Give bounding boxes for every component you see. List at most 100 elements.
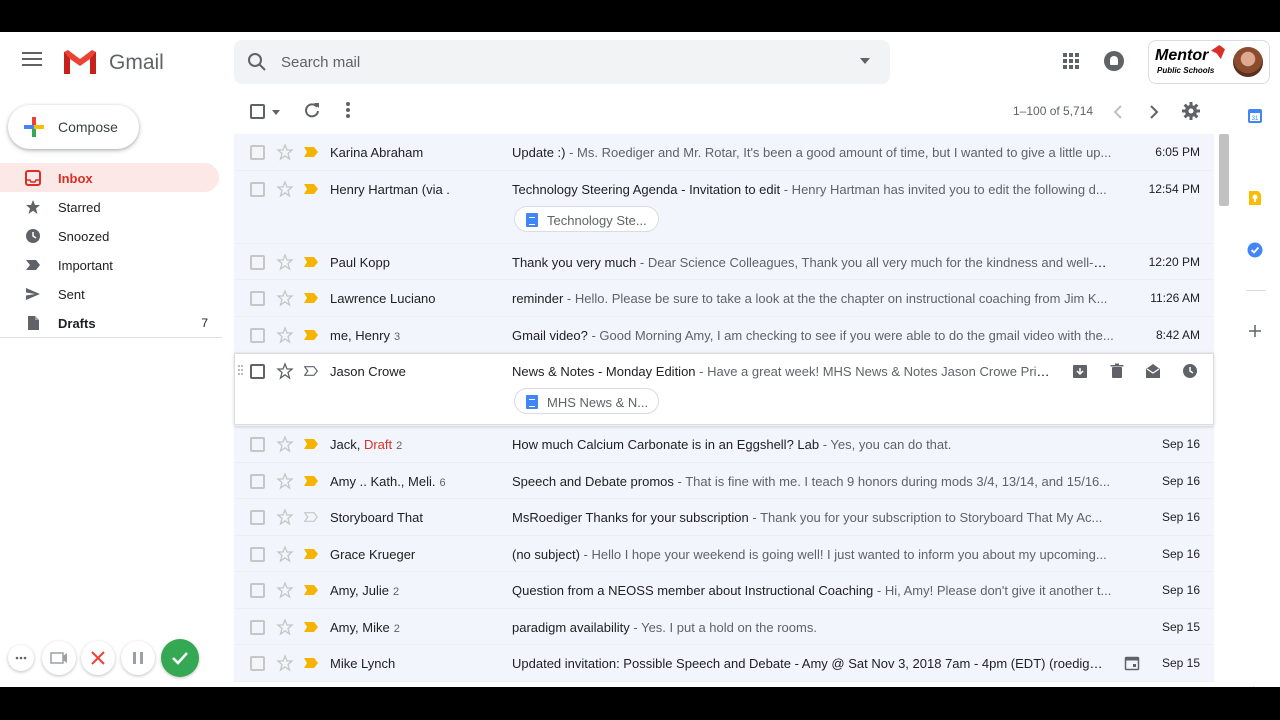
row-checkbox[interactable]: [250, 364, 265, 379]
star-icon[interactable]: [276, 581, 294, 599]
sidebar-item-starred[interactable]: Starred: [0, 192, 219, 221]
sidebar-item-label: Drafts: [58, 316, 96, 331]
search-input[interactable]: [281, 40, 841, 84]
video-off-icon[interactable]: [42, 641, 76, 675]
attachment-chip[interactable]: Technology Ste...: [514, 205, 659, 232]
search-icon[interactable]: [246, 51, 268, 73]
email-row[interactable]: Karina Abraham Update :) - Ms. Roediger …: [234, 134, 1214, 171]
important-marker-icon[interactable]: [304, 475, 318, 486]
gmail-logo-icon[interactable]: [62, 48, 98, 76]
row-checkbox[interactable]: [250, 181, 265, 197]
row-checkbox[interactable]: [250, 656, 265, 671]
archive-icon[interactable]: [1072, 363, 1088, 379]
calendar-icon[interactable]: [1124, 655, 1140, 671]
star-icon[interactable]: [276, 289, 294, 307]
row-checkbox[interactable]: [250, 473, 265, 489]
calendar-app-icon[interactable]: 31: [1247, 108, 1263, 124]
row-checkbox[interactable]: [250, 583, 265, 598]
avatar[interactable]: [1233, 47, 1263, 77]
drag-handle-icon[interactable]: [238, 365, 244, 377]
star-icon[interactable]: [276, 654, 294, 672]
refresh-icon[interactable]: [304, 102, 320, 118]
row-checkbox[interactable]: [250, 254, 265, 270]
email-row[interactable]: Jack, Draft 2 How much Calcium Carbonate …: [234, 426, 1214, 463]
email-row[interactable]: me, Henry 3 Gmail video? - Good Morning A…: [234, 316, 1214, 353]
email-subject: MsRoediger Thanks for your subscription: [512, 510, 749, 525]
star-icon[interactable]: [276, 362, 294, 380]
email-row[interactable]: Amy, Julie 2 Question from a NEOSS member…: [234, 572, 1214, 609]
row-checkbox[interactable]: [250, 437, 265, 452]
important-marker-icon[interactable]: [304, 329, 318, 340]
more-options-icon[interactable]: [8, 645, 34, 671]
email-subject: (no subject): [512, 546, 580, 562]
confirm-icon[interactable]: [161, 639, 199, 677]
pause-icon[interactable]: [121, 641, 155, 675]
scrollbar[interactable]: [1219, 134, 1229, 206]
more-vert-icon[interactable]: [346, 102, 350, 118]
draft-icon: [28, 316, 39, 330]
star-icon[interactable]: [276, 435, 294, 453]
main-menu-icon[interactable]: [22, 52, 42, 68]
email-row[interactable]: Henry Hartman (via . Technology Steering…: [234, 170, 1214, 244]
star-icon[interactable]: [276, 325, 294, 344]
attachment-chip[interactable]: MHS News & N...: [514, 388, 659, 414]
snooze-icon[interactable]: [1182, 363, 1198, 379]
row-checkbox[interactable]: [250, 546, 265, 562]
sidebar-item-drafts[interactable]: Drafts 7: [0, 308, 219, 337]
email-row[interactable]: Mike Lynch Updated invitation: Possible …: [234, 645, 1214, 682]
row-checkbox[interactable]: [250, 510, 265, 525]
star-icon[interactable]: [276, 252, 294, 271]
chevron-right-icon[interactable]: [1148, 104, 1160, 120]
email-row[interactable]: Paul Kopp Thank you very much - Dear Sci…: [234, 243, 1214, 280]
row-checkbox[interactable]: [250, 145, 265, 160]
important-marker-icon[interactable]: [304, 658, 318, 668]
email-row[interactable]: Grace Krueger (no subject) - Hello I hop…: [234, 535, 1214, 572]
email-row-hovered[interactable]: Jason Crowe News & Notes - Monday Editio…: [234, 353, 1214, 426]
important-marker-icon[interactable]: [304, 147, 318, 157]
star-icon[interactable]: [276, 544, 294, 563]
account-switcher[interactable]: Mentor Public Schools: [1148, 40, 1270, 84]
email-row[interactable]: Storyboard That MsRoediger Thanks for yo…: [234, 499, 1214, 536]
apps-icon[interactable]: [1063, 53, 1079, 69]
star-icon[interactable]: [276, 179, 294, 198]
tasks-app-icon[interactable]: [1247, 242, 1263, 258]
important-marker-icon[interactable]: [304, 548, 318, 559]
important-marker-icon[interactable]: [304, 512, 318, 522]
compose-button[interactable]: Compose: [8, 105, 139, 149]
star-icon[interactable]: [276, 508, 294, 526]
important-marker-icon[interactable]: [304, 256, 318, 267]
important-marker-icon[interactable]: [304, 439, 318, 449]
cancel-icon[interactable]: [81, 641, 115, 675]
email-row[interactable]: Amy .. Kath., Meli. 6 Speech and Debate p…: [234, 462, 1214, 499]
star-icon[interactable]: [276, 471, 294, 490]
important-marker-icon[interactable]: [304, 293, 318, 303]
email-subject: Thank you very much: [512, 254, 637, 270]
sidebar-item-important[interactable]: Important: [0, 250, 219, 279]
important-marker-icon[interactable]: [304, 366, 318, 376]
sidebar-item-sent[interactable]: Sent: [0, 279, 219, 308]
important-marker-icon[interactable]: [304, 585, 318, 595]
select-all-checkbox[interactable]: [250, 104, 265, 119]
mark-read-icon[interactable]: [1145, 363, 1161, 379]
row-checkbox[interactable]: [250, 327, 265, 343]
notifications-icon[interactable]: [1104, 51, 1124, 71]
select-options-icon[interactable]: [272, 110, 280, 115]
row-checkbox[interactable]: [250, 619, 265, 635]
add-addon-icon[interactable]: [1247, 323, 1263, 339]
search-options-icon[interactable]: [860, 58, 870, 64]
gear-icon[interactable]: [1181, 101, 1201, 121]
important-marker-icon[interactable]: [304, 621, 318, 632]
sender-name: Lawrence Luciano: [330, 291, 436, 306]
delete-icon[interactable]: [1109, 363, 1125, 379]
sidebar-item-snoozed[interactable]: Snoozed: [0, 221, 219, 250]
email-sender: Mike Lynch: [330, 656, 395, 671]
row-checkbox[interactable]: [250, 291, 265, 306]
star-icon[interactable]: [276, 617, 294, 636]
star-icon[interactable]: [276, 143, 294, 161]
email-row[interactable]: Lawrence Luciano reminder - Hello. Pleas…: [234, 280, 1214, 317]
email-row[interactable]: Amy, Mike 2 paradigm availability - Yes. …: [234, 608, 1214, 645]
sidebar-item-inbox[interactable]: Inbox: [0, 163, 219, 192]
chevron-left-icon[interactable]: [1112, 104, 1124, 120]
keep-app-icon[interactable]: [1247, 190, 1263, 206]
important-marker-icon[interactable]: [304, 183, 318, 194]
